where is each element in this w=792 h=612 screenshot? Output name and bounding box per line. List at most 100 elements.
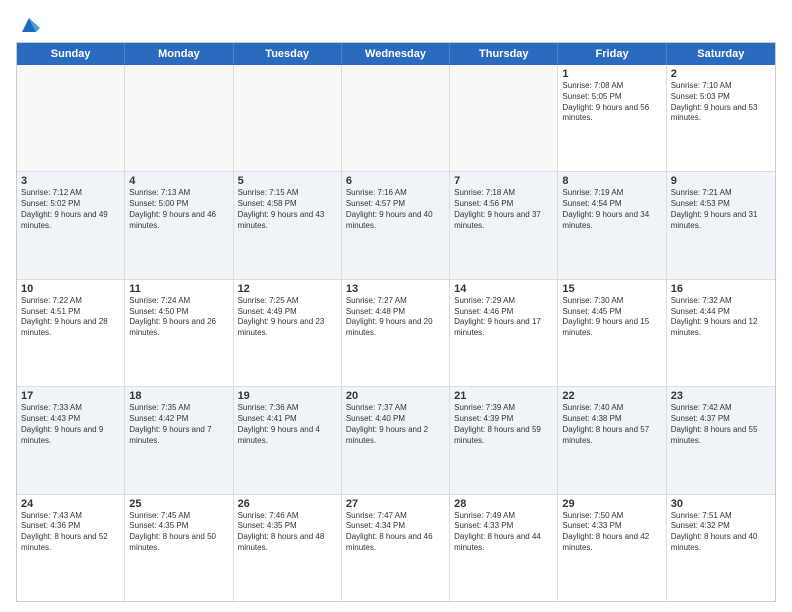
day-number: 30: [671, 498, 771, 510]
calendar-row: 24Sunrise: 7:43 AMSunset: 4:36 PMDayligh…: [17, 495, 775, 601]
day-number: 3: [21, 175, 120, 187]
cell-info: Sunrise: 7:18 AMSunset: 4:56 PMDaylight:…: [454, 188, 553, 231]
day-number: 29: [562, 498, 661, 510]
calendar-cell: 10Sunrise: 7:22 AMSunset: 4:51 PMDayligh…: [17, 280, 125, 386]
calendar-cell: 17Sunrise: 7:33 AMSunset: 4:43 PMDayligh…: [17, 387, 125, 493]
calendar-header: SundayMondayTuesdayWednesdayThursdayFrid…: [17, 43, 775, 65]
calendar-cell: 26Sunrise: 7:46 AMSunset: 4:35 PMDayligh…: [234, 495, 342, 601]
day-number: 11: [129, 283, 228, 295]
day-number: 9: [671, 175, 771, 187]
cell-info: Sunrise: 7:22 AMSunset: 4:51 PMDaylight:…: [21, 296, 120, 339]
cell-info: Sunrise: 7:27 AMSunset: 4:48 PMDaylight:…: [346, 296, 445, 339]
day-number: 27: [346, 498, 445, 510]
calendar: SundayMondayTuesdayWednesdayThursdayFrid…: [16, 42, 776, 602]
cell-info: Sunrise: 7:32 AMSunset: 4:44 PMDaylight:…: [671, 296, 771, 339]
day-number: 26: [238, 498, 337, 510]
cell-info: Sunrise: 7:51 AMSunset: 4:32 PMDaylight:…: [671, 511, 771, 554]
day-number: 21: [454, 390, 553, 402]
cell-info: Sunrise: 7:12 AMSunset: 5:02 PMDaylight:…: [21, 188, 120, 231]
cell-info: Sunrise: 7:37 AMSunset: 4:40 PMDaylight:…: [346, 403, 445, 446]
cell-info: Sunrise: 7:49 AMSunset: 4:33 PMDaylight:…: [454, 511, 553, 554]
cell-info: Sunrise: 7:08 AMSunset: 5:05 PMDaylight:…: [562, 81, 661, 124]
header-cell-thursday: Thursday: [450, 43, 558, 65]
calendar-cell: [342, 65, 450, 171]
calendar-cell: [125, 65, 233, 171]
day-number: 4: [129, 175, 228, 187]
cell-info: Sunrise: 7:50 AMSunset: 4:33 PMDaylight:…: [562, 511, 661, 554]
cell-info: Sunrise: 7:36 AMSunset: 4:41 PMDaylight:…: [238, 403, 337, 446]
day-number: 10: [21, 283, 120, 295]
calendar-cell: 15Sunrise: 7:30 AMSunset: 4:45 PMDayligh…: [558, 280, 666, 386]
cell-info: Sunrise: 7:19 AMSunset: 4:54 PMDaylight:…: [562, 188, 661, 231]
calendar-cell: 18Sunrise: 7:35 AMSunset: 4:42 PMDayligh…: [125, 387, 233, 493]
calendar-cell: 16Sunrise: 7:32 AMSunset: 4:44 PMDayligh…: [667, 280, 775, 386]
calendar-cell: 9Sunrise: 7:21 AMSunset: 4:53 PMDaylight…: [667, 172, 775, 278]
calendar-row: 1Sunrise: 7:08 AMSunset: 5:05 PMDaylight…: [17, 65, 775, 172]
header-cell-sunday: Sunday: [17, 43, 125, 65]
calendar-cell: 1Sunrise: 7:08 AMSunset: 5:05 PMDaylight…: [558, 65, 666, 171]
day-number: 28: [454, 498, 553, 510]
calendar-cell: 25Sunrise: 7:45 AMSunset: 4:35 PMDayligh…: [125, 495, 233, 601]
day-number: 13: [346, 283, 445, 295]
cell-info: Sunrise: 7:16 AMSunset: 4:57 PMDaylight:…: [346, 188, 445, 231]
calendar-cell: [450, 65, 558, 171]
day-number: 16: [671, 283, 771, 295]
calendar-cell: 5Sunrise: 7:15 AMSunset: 4:58 PMDaylight…: [234, 172, 342, 278]
calendar-cell: [234, 65, 342, 171]
calendar-cell: 13Sunrise: 7:27 AMSunset: 4:48 PMDayligh…: [342, 280, 450, 386]
calendar-cell: 3Sunrise: 7:12 AMSunset: 5:02 PMDaylight…: [17, 172, 125, 278]
calendar-cell: 28Sunrise: 7:49 AMSunset: 4:33 PMDayligh…: [450, 495, 558, 601]
cell-info: Sunrise: 7:15 AMSunset: 4:58 PMDaylight:…: [238, 188, 337, 231]
day-number: 8: [562, 175, 661, 187]
cell-info: Sunrise: 7:35 AMSunset: 4:42 PMDaylight:…: [129, 403, 228, 446]
day-number: 22: [562, 390, 661, 402]
cell-info: Sunrise: 7:24 AMSunset: 4:50 PMDaylight:…: [129, 296, 228, 339]
day-number: 14: [454, 283, 553, 295]
cell-info: Sunrise: 7:47 AMSunset: 4:34 PMDaylight:…: [346, 511, 445, 554]
calendar-cell: 7Sunrise: 7:18 AMSunset: 4:56 PMDaylight…: [450, 172, 558, 278]
calendar-cell: 12Sunrise: 7:25 AMSunset: 4:49 PMDayligh…: [234, 280, 342, 386]
calendar-cell: 23Sunrise: 7:42 AMSunset: 4:37 PMDayligh…: [667, 387, 775, 493]
header-cell-wednesday: Wednesday: [342, 43, 450, 65]
calendar-cell: 11Sunrise: 7:24 AMSunset: 4:50 PMDayligh…: [125, 280, 233, 386]
cell-info: Sunrise: 7:39 AMSunset: 4:39 PMDaylight:…: [454, 403, 553, 446]
day-number: 17: [21, 390, 120, 402]
cell-info: Sunrise: 7:30 AMSunset: 4:45 PMDaylight:…: [562, 296, 661, 339]
calendar-cell: 8Sunrise: 7:19 AMSunset: 4:54 PMDaylight…: [558, 172, 666, 278]
calendar-cell: 29Sunrise: 7:50 AMSunset: 4:33 PMDayligh…: [558, 495, 666, 601]
page: SundayMondayTuesdayWednesdayThursdayFrid…: [0, 0, 792, 612]
calendar-cell: 19Sunrise: 7:36 AMSunset: 4:41 PMDayligh…: [234, 387, 342, 493]
day-number: 6: [346, 175, 445, 187]
day-number: 1: [562, 68, 661, 80]
calendar-cell: 27Sunrise: 7:47 AMSunset: 4:34 PMDayligh…: [342, 495, 450, 601]
cell-info: Sunrise: 7:29 AMSunset: 4:46 PMDaylight:…: [454, 296, 553, 339]
calendar-row: 10Sunrise: 7:22 AMSunset: 4:51 PMDayligh…: [17, 280, 775, 387]
header-cell-tuesday: Tuesday: [234, 43, 342, 65]
cell-info: Sunrise: 7:10 AMSunset: 5:03 PMDaylight:…: [671, 81, 771, 124]
cell-info: Sunrise: 7:40 AMSunset: 4:38 PMDaylight:…: [562, 403, 661, 446]
calendar-cell: 14Sunrise: 7:29 AMSunset: 4:46 PMDayligh…: [450, 280, 558, 386]
day-number: 5: [238, 175, 337, 187]
cell-info: Sunrise: 7:46 AMSunset: 4:35 PMDaylight:…: [238, 511, 337, 554]
logo-icon: [18, 14, 40, 36]
calendar-body: 1Sunrise: 7:08 AMSunset: 5:05 PMDaylight…: [17, 65, 775, 601]
calendar-cell: 20Sunrise: 7:37 AMSunset: 4:40 PMDayligh…: [342, 387, 450, 493]
day-number: 12: [238, 283, 337, 295]
cell-info: Sunrise: 7:33 AMSunset: 4:43 PMDaylight:…: [21, 403, 120, 446]
day-number: 15: [562, 283, 661, 295]
header: [16, 16, 776, 34]
calendar-cell: 6Sunrise: 7:16 AMSunset: 4:57 PMDaylight…: [342, 172, 450, 278]
day-number: 20: [346, 390, 445, 402]
cell-info: Sunrise: 7:13 AMSunset: 5:00 PMDaylight:…: [129, 188, 228, 231]
day-number: 7: [454, 175, 553, 187]
calendar-cell: 2Sunrise: 7:10 AMSunset: 5:03 PMDaylight…: [667, 65, 775, 171]
day-number: 18: [129, 390, 228, 402]
calendar-cell: [17, 65, 125, 171]
day-number: 25: [129, 498, 228, 510]
calendar-cell: 21Sunrise: 7:39 AMSunset: 4:39 PMDayligh…: [450, 387, 558, 493]
cell-info: Sunrise: 7:45 AMSunset: 4:35 PMDaylight:…: [129, 511, 228, 554]
day-number: 24: [21, 498, 120, 510]
logo: [16, 16, 40, 34]
calendar-cell: 4Sunrise: 7:13 AMSunset: 5:00 PMDaylight…: [125, 172, 233, 278]
calendar-cell: 30Sunrise: 7:51 AMSunset: 4:32 PMDayligh…: [667, 495, 775, 601]
